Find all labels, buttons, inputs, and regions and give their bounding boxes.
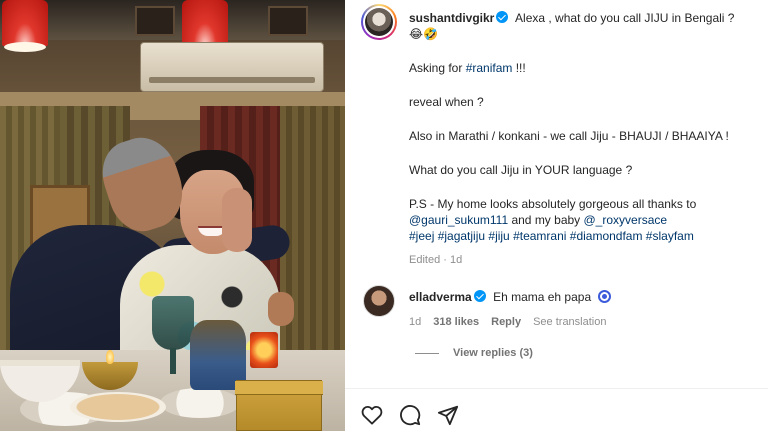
caption-line: reveal when ?: [409, 95, 484, 109]
green-glass: [152, 296, 194, 350]
post-meta: Edited · 1d: [409, 254, 463, 266]
post-photo[interactable]: [0, 0, 345, 431]
emoji: 😂🤣: [409, 27, 438, 41]
comment-time: 1d: [409, 316, 422, 328]
snack-plate: [70, 392, 166, 422]
comment-icon[interactable]: [399, 404, 421, 426]
hand: [222, 188, 252, 252]
caption-line: What do you call Jiju in YOUR language ?: [409, 163, 633, 177]
caption-line: Asking for: [409, 61, 466, 75]
author-avatar[interactable]: [361, 4, 397, 40]
caption-line: Alexa , what do you call JIJU in Bengali…: [515, 11, 735, 25]
caption-line: Also in Marathi / konkani - we call Jiju…: [409, 129, 729, 143]
comment-meta: 1d 318 likes Reply See translation: [409, 316, 606, 328]
see-translation-button[interactable]: See translation: [533, 316, 606, 328]
ceiling-vent: [135, 6, 175, 36]
replies-line: [415, 352, 439, 354]
red-lamp: [2, 0, 48, 52]
hashtag-ranifam[interactable]: #ranifam: [466, 61, 513, 75]
divider: [345, 388, 768, 389]
commenter-username[interactable]: elladverma: [409, 290, 472, 304]
share-icon[interactable]: [437, 404, 459, 426]
glass-stem: [170, 348, 176, 374]
view-replies-button[interactable]: View replies (3): [415, 347, 533, 359]
comments-panel: sushantdivgikr Alexa , what do you call …: [345, 0, 768, 431]
reply-button[interactable]: Reply: [491, 316, 521, 328]
commenter-avatar[interactable]: [363, 285, 395, 317]
ceiling-vent: [268, 6, 308, 36]
plate: [160, 388, 240, 418]
heart-icon[interactable]: [361, 405, 383, 425]
candle: [250, 332, 278, 368]
verified-badge-icon: [473, 290, 486, 302]
mention-gauri[interactable]: @gauri_sukum111: [409, 213, 508, 227]
gift-box: [235, 380, 323, 431]
caption-line: P.S - My home looks absolutely gorgeous …: [409, 197, 697, 211]
hand: [268, 292, 294, 326]
author-username[interactable]: sushantdivgikr: [409, 11, 494, 25]
comment-likes[interactable]: 318 likes: [433, 316, 479, 328]
action-bar: [361, 404, 459, 426]
post-caption: sushantdivgikr Alexa , what do you call …: [409, 10, 759, 244]
comment: elladverma Eh mama eh papa: [409, 290, 759, 304]
air-conditioner: [140, 42, 324, 92]
circle-icon: [598, 290, 612, 303]
flame: [106, 350, 114, 364]
mention-roxy[interactable]: @_roxyversace: [584, 213, 668, 227]
hashtags[interactable]: #jeej #jagatjiju #jiju #teamrani #diamon…: [409, 228, 759, 244]
comment-text: Eh mama eh papa: [493, 290, 592, 304]
verified-badge-icon: [496, 11, 509, 23]
